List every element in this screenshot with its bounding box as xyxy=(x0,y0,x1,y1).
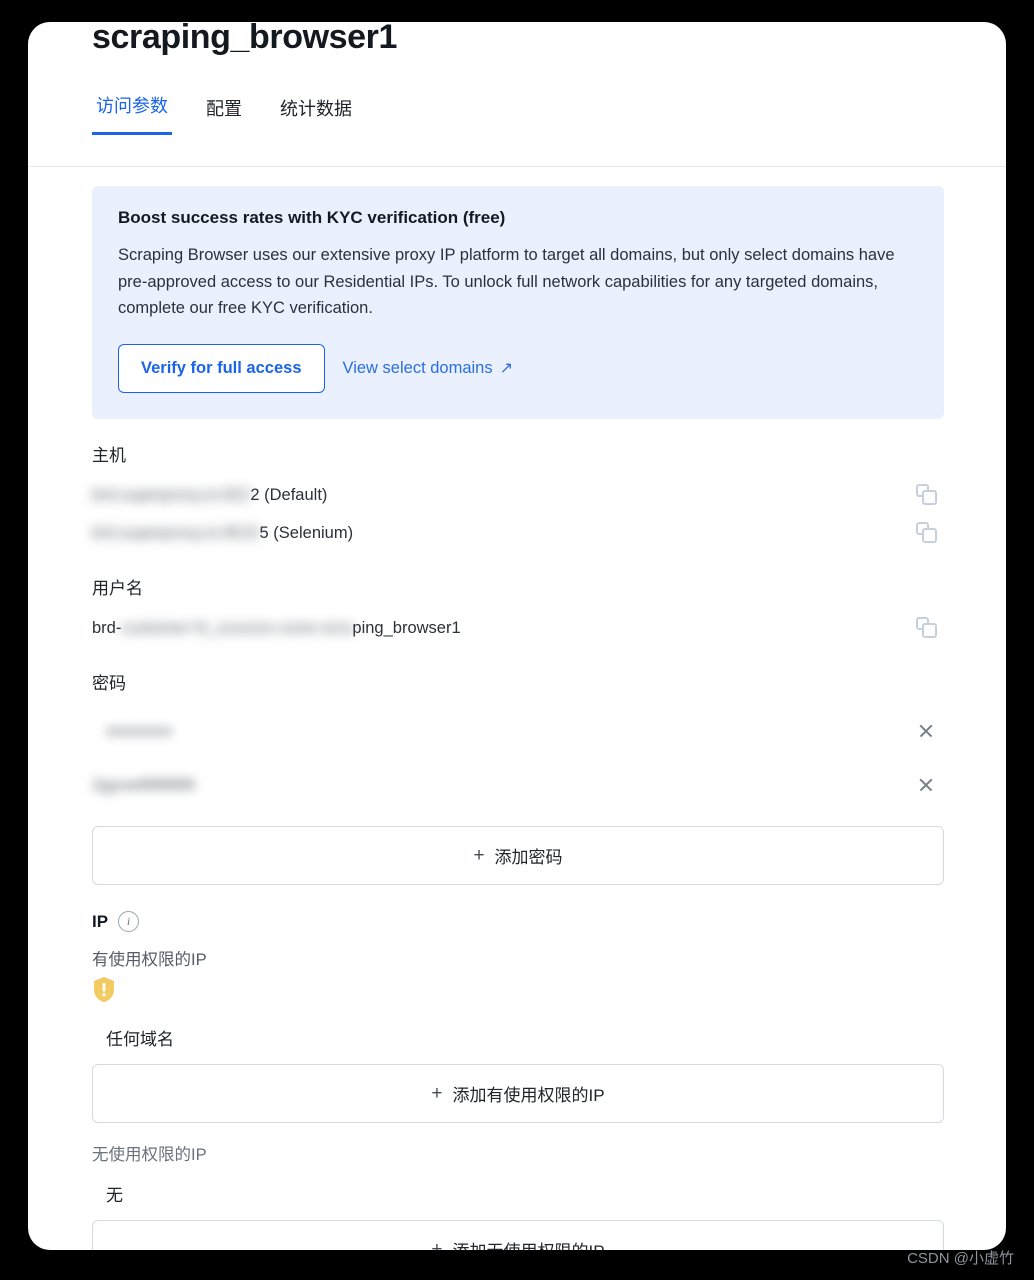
username-prefix: brd- xyxy=(92,618,122,637)
close-icon[interactable] xyxy=(916,775,936,795)
add-allowed-ip-button[interactable]: + 添加有使用权限的IP xyxy=(92,1064,944,1124)
watermark: CSDN @小虚竹 xyxy=(907,1250,1014,1267)
username-redacted-text: customer-hl_xxxxxxx-zone-scra xyxy=(121,618,353,637)
add-password-label: 添加密码 xyxy=(494,848,563,868)
kyc-banner-body: Scraping Browser uses our extensive prox… xyxy=(118,246,895,318)
kyc-banner: Boost success rates with KYC verificatio… xyxy=(92,186,944,420)
copy-icon[interactable] xyxy=(916,484,938,506)
host-row: brd.superproxy.io:9515 5 (Selenium) xyxy=(92,514,944,552)
ip-label: IP xyxy=(92,911,109,931)
password-label: 密码 xyxy=(92,674,126,694)
settings-card: scraping_browser1 访问参数 配置 统计数据 Boost suc… xyxy=(28,22,1006,1250)
page-title: scraping_browser1 xyxy=(92,22,397,56)
main-content: Boost success rates with KYC verificatio… xyxy=(92,186,944,1250)
denied-ip-item: 无 xyxy=(106,1186,123,1206)
host-value-selenium: brd.superproxy.io:9515 5 (Selenium) xyxy=(92,524,353,543)
host-visible-suffix: 2 (Default) xyxy=(250,485,328,504)
host-section: 主机 brd.superproxy.io:922 2 (Default) brd… xyxy=(92,441,944,552)
host-value-default: brd.superproxy.io:922 2 (Default) xyxy=(92,486,327,505)
tab-configuration[interactable]: 配置 xyxy=(202,99,246,135)
password-value: xxxxxxxx xyxy=(106,722,172,741)
view-select-domains-label: View select domains xyxy=(342,359,493,378)
plus-icon: + xyxy=(431,1083,443,1105)
host-redacted-text: brd.superproxy.io:9515 xyxy=(92,523,260,542)
username-row: brd-customer-hl_xxxxxxx-zone-scra ping_br… xyxy=(92,609,944,647)
verify-for-full-access-button[interactable]: Verify for full access xyxy=(118,344,325,394)
copy-icon[interactable] xyxy=(916,522,938,544)
tab-bar: 访问参数 配置 统计数据 xyxy=(92,96,356,135)
plus-icon: + xyxy=(431,1239,443,1250)
tab-access-params[interactable]: 访问参数 xyxy=(92,96,172,135)
password-redacted-text: 2gyuw888888 xyxy=(92,775,195,794)
denied-ip-label: 无使用权限的IP xyxy=(92,1146,207,1165)
tab-statistics[interactable]: 统计数据 xyxy=(276,99,356,135)
add-denied-ip-button[interactable]: + 添加无使用权限的IP xyxy=(92,1220,944,1250)
add-allowed-ip-label: 添加有使用权限的IP xyxy=(452,1086,605,1106)
host-redacted-text: brd.superproxy.io:922 xyxy=(92,485,251,504)
username-value: brd-customer-hl_xxxxxxx-zone-scra ping_br… xyxy=(92,619,461,638)
view-select-domains-link[interactable]: View select domains ↗ xyxy=(343,359,514,378)
plus-icon: + xyxy=(473,845,485,867)
username-suffix: ping_browser1 xyxy=(352,618,461,637)
copy-icon[interactable] xyxy=(916,617,938,639)
password-redacted-text: xxxxxxxx xyxy=(106,721,172,740)
add-password-button[interactable]: + 添加密码 xyxy=(92,826,944,886)
kyc-banner-title: Boost success rates with KYC verificatio… xyxy=(118,208,506,227)
host-label: 主机 xyxy=(92,446,126,466)
kyc-banner-actions: Verify for full access View select domai… xyxy=(118,344,918,394)
info-icon[interactable]: i xyxy=(118,911,140,933)
add-denied-ip-label: 添加无使用权限的IP xyxy=(453,1237,605,1250)
password-row: xxxxxxxx xyxy=(92,704,944,758)
password-section: 密码 xxxxxxxx 2gyuw888888 + 添加密码 xyxy=(92,669,944,886)
allowed-ip-label: 有使用权限的IP xyxy=(92,951,207,970)
username-section: 用户名 brd-customer-hl_xxxxxxx-zone-scra pin… xyxy=(92,574,944,647)
username-label: 用户名 xyxy=(92,579,143,599)
external-link-arrow-icon: ↗ xyxy=(499,359,514,377)
shield-warning-icon xyxy=(92,976,116,1003)
allowed-ip-item: 任何域名 xyxy=(106,1030,174,1050)
tab-divider xyxy=(28,166,1006,167)
host-visible-suffix: 5 (Selenium) xyxy=(259,523,354,542)
password-row: 2gyuw888888 xyxy=(92,758,944,812)
close-icon[interactable] xyxy=(916,721,936,741)
ip-section-header: IP i xyxy=(92,911,944,933)
password-value: 2gyuw888888 xyxy=(92,776,195,795)
host-row: brd.superproxy.io:922 2 (Default) xyxy=(92,476,944,514)
